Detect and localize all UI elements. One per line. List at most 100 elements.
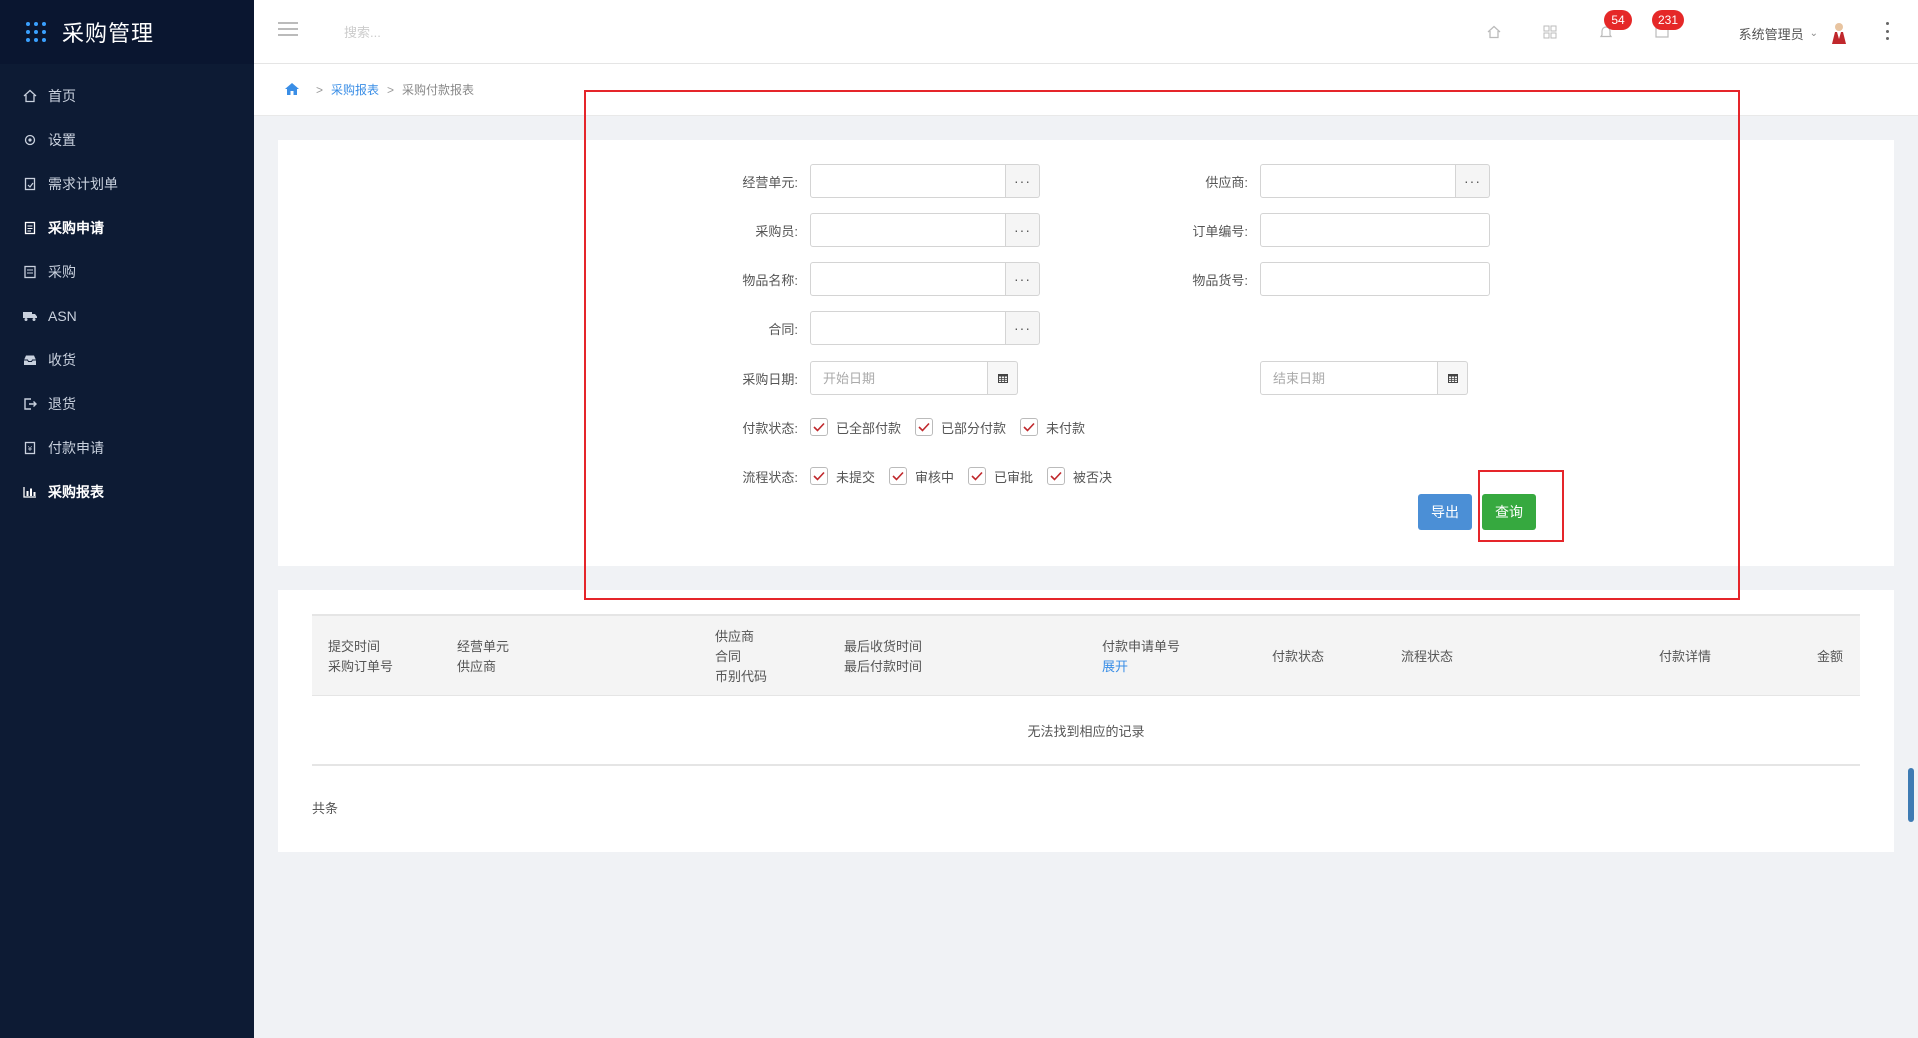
- sidebar-item-label: 收货: [48, 352, 76, 368]
- filter-panel: 经营单元: ··· 供应商: ··· 采购员: ··· 订单编号: 物品名称: …: [278, 140, 1894, 566]
- filter-end-date: [1260, 361, 1468, 395]
- export-button[interactable]: 导出: [1418, 494, 1472, 530]
- checkbox-label: 审核中: [915, 469, 955, 485]
- sidebar-nav: 首页 设置 需求计划单 采购申请 采购 ASN 收货 退货 ¥ 付款申请 采购报…: [0, 64, 254, 514]
- flow-status-reviewing[interactable]: 审核中: [889, 467, 954, 486]
- page-scrollbar[interactable]: [1908, 768, 1914, 822]
- filter-payment-status: 付款状态: 已全部付款 已部分付款 未付款: [718, 410, 1099, 444]
- breadcrumb: > 采购报表 > 采购付款报表: [254, 64, 1918, 116]
- sidebar-item-label: 采购申请: [48, 220, 104, 236]
- sidebar-item-payment-request[interactable]: ¥ 付款申请: [0, 426, 254, 470]
- list-icon: [22, 264, 38, 280]
- col-biz-unit[interactable]: 经营单元 供应商: [457, 616, 509, 698]
- checkbox-label: 被否决: [1073, 469, 1113, 485]
- chevron-down-icon: ⌄: [1809, 27, 1818, 39]
- empty-message: 无法找到相应的记录: [312, 696, 1860, 766]
- breadcrumb-current: 采购付款报表: [402, 83, 475, 97]
- biz-unit-input[interactable]: [810, 164, 1006, 198]
- col-label: 最后收货时间: [844, 639, 923, 654]
- biz-unit-picker-button[interactable]: ···: [1006, 164, 1040, 198]
- col-label: 供应商: [715, 629, 755, 644]
- flow-status-rejected[interactable]: 被否决: [1047, 467, 1112, 486]
- col-payment-detail[interactable]: 付款详情: [1659, 616, 1711, 698]
- item-name-picker-button[interactable]: ···: [1006, 262, 1040, 296]
- buyer-label: 采购员:: [755, 223, 798, 239]
- item-code-input[interactable]: [1260, 262, 1490, 296]
- filter-flow-status: 流程状态: 未提交 审核中 已审批 被否决: [718, 459, 1126, 493]
- apps-grid-icon[interactable]: [1540, 22, 1560, 42]
- expand-link[interactable]: 展开: [1102, 657, 1180, 677]
- supplier-input[interactable]: [1260, 164, 1456, 198]
- checkbox-checked[interactable]: [1047, 467, 1066, 485]
- checkbox-checked[interactable]: [810, 467, 828, 485]
- col-submit-time[interactable]: 提交时间 采购订单号: [328, 616, 393, 698]
- contract-label: 合同:: [768, 321, 798, 337]
- ellipsis-icon: ···: [1464, 173, 1481, 189]
- checkbox-checked[interactable]: [968, 467, 987, 485]
- calendar-icon[interactable]: [1438, 361, 1468, 395]
- home-icon[interactable]: [1484, 22, 1504, 42]
- mail-icon[interactable]: 231: [1652, 10, 1685, 42]
- sidebar: 采购管理 首页 设置 需求计划单 采购申请 采购 ASN 收货 退货 ¥ 付款申…: [0, 0, 254, 1038]
- checkbox-checked[interactable]: [1020, 418, 1039, 436]
- col-amount[interactable]: 金额: [1817, 616, 1843, 698]
- sidebar-item-demand-plan[interactable]: 需求计划单: [0, 162, 254, 206]
- payment-status-partial-paid[interactable]: 已部分付款: [915, 418, 1006, 437]
- sidebar-item-purchase[interactable]: 采购: [0, 250, 254, 294]
- sidebar-item-label: 首页: [48, 88, 76, 104]
- breadcrumb-separator: >: [316, 82, 324, 97]
- filter-supplier: 供应商: ···: [1168, 164, 1490, 198]
- menu-toggle-icon[interactable]: [278, 22, 298, 38]
- sidebar-item-receive[interactable]: 收货: [0, 338, 254, 382]
- svg-text:¥: ¥: [28, 445, 33, 453]
- sidebar-item-asn[interactable]: ASN: [0, 294, 254, 338]
- search-input[interactable]: [344, 20, 644, 44]
- end-date-input[interactable]: [1260, 361, 1438, 395]
- top-header: 54 231 系统管理员 ⌄: [254, 0, 1918, 64]
- item-name-input[interactable]: [810, 262, 1006, 296]
- sidebar-item-home[interactable]: 首页: [0, 74, 254, 118]
- sidebar-item-purchase-request[interactable]: 采购申请: [0, 206, 254, 250]
- breadcrumb-separator: >: [387, 82, 395, 97]
- user-menu[interactable]: 系统管理员 ⌄: [1739, 22, 1848, 44]
- bell-badge: 54: [1604, 10, 1632, 30]
- order-no-label: 订单编号:: [1192, 223, 1248, 239]
- calendar-icon[interactable]: [988, 361, 1018, 395]
- sidebar-item-return[interactable]: 退货: [0, 382, 254, 426]
- col-payment-status[interactable]: 付款状态: [1272, 616, 1324, 698]
- contract-input[interactable]: [810, 311, 1006, 345]
- col-payment-request-no[interactable]: 付款申请单号 展开: [1102, 616, 1180, 698]
- mail-badge: 231: [1652, 10, 1685, 30]
- col-flow-status[interactable]: 流程状态: [1401, 616, 1453, 698]
- app-grid-icon[interactable]: [26, 22, 46, 42]
- filter-buyer: 采购员: ···: [718, 213, 1040, 247]
- query-button[interactable]: 查询: [1482, 494, 1536, 530]
- breadcrumb-purchase-report[interactable]: 采购报表: [331, 81, 379, 98]
- checkbox-label: 已部分付款: [941, 420, 1007, 436]
- supplier-picker-button[interactable]: ···: [1456, 164, 1490, 198]
- checkbox-checked[interactable]: [889, 467, 908, 485]
- sidebar-item-purchase-report[interactable]: 采购报表: [0, 470, 254, 514]
- payment-status-all-paid[interactable]: 已全部付款: [810, 418, 901, 437]
- filter-contract: 合同: ···: [718, 311, 1040, 345]
- checkbox-checked[interactable]: [915, 418, 934, 436]
- start-date-input[interactable]: [810, 361, 988, 395]
- more-options-icon[interactable]: [1886, 22, 1890, 40]
- buyer-picker-button[interactable]: ···: [1006, 213, 1040, 247]
- breadcrumb-home-icon[interactable]: [284, 82, 300, 98]
- flow-status-not-submitted[interactable]: 未提交: [810, 467, 875, 486]
- buyer-input[interactable]: [810, 213, 1006, 247]
- col-last-receive-time[interactable]: 最后收货时间 最后付款时间: [844, 616, 922, 698]
- order-no-input[interactable]: [1260, 213, 1490, 247]
- flow-status-approved[interactable]: 已审批: [968, 467, 1033, 486]
- contract-picker-button[interactable]: ···: [1006, 311, 1040, 345]
- purchase-date-label: 采购日期:: [742, 371, 798, 387]
- col-supplier-contract[interactable]: 供应商 合同 币别代码: [715, 616, 767, 698]
- bell-icon[interactable]: 54: [1596, 10, 1632, 42]
- brand-title: 采购管理: [62, 21, 155, 46]
- payment-status-unpaid[interactable]: 未付款: [1020, 418, 1085, 437]
- checkbox-label: 未提交: [836, 469, 876, 485]
- checkbox-checked[interactable]: [810, 418, 828, 436]
- sidebar-item-settings[interactable]: 设置: [0, 118, 254, 162]
- col-label: 最后付款时间: [844, 659, 923, 674]
